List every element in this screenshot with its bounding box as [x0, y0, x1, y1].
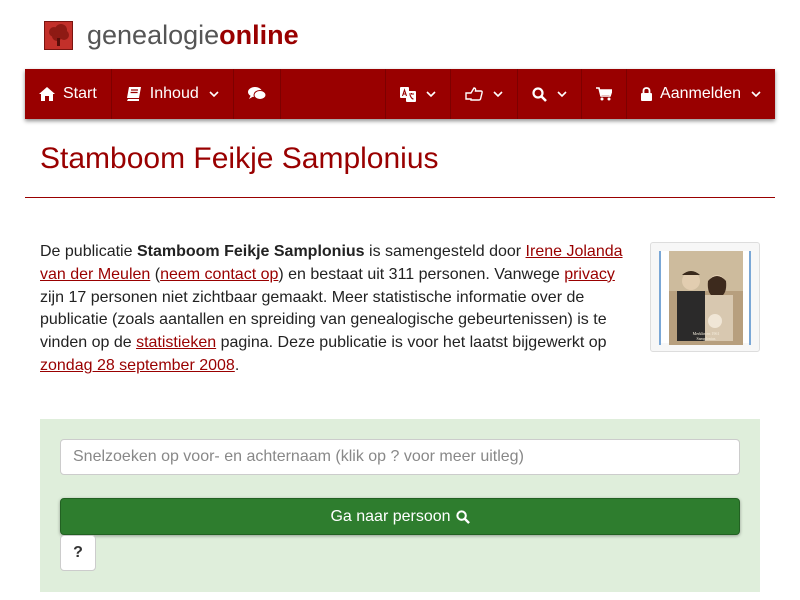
search-icon	[532, 86, 547, 102]
intro-text-7: .	[234, 356, 240, 374]
site-logo[interactable]: genealogieonline	[44, 19, 299, 51]
intro-text-4: ) en bestaat uit 311 personen. Vanwege	[278, 265, 565, 283]
chevron-down-icon	[493, 90, 503, 97]
intro-text-3: (	[150, 265, 161, 283]
intro-text-1: De publicatie	[40, 243, 137, 260]
search-help-button[interactable]: ?	[60, 535, 96, 571]
publication-intro: De publicatie Stamboom Feikje Samplonius…	[40, 241, 630, 378]
cart-icon	[596, 87, 613, 101]
go-to-person-button[interactable]: Ga naar persoon	[60, 498, 740, 535]
nav-forum[interactable]	[234, 69, 281, 119]
chevron-down-icon	[209, 90, 219, 97]
page-title: Stamboom Feikje Samplonius	[40, 142, 439, 175]
thumbnail-frame: Merklin en 1961 Samplonius	[659, 251, 751, 345]
publication-thumbnail[interactable]: Merklin en 1961 Samplonius	[650, 242, 760, 352]
last-updated-link[interactable]: zondag 28 september 2008	[40, 357, 235, 374]
logo-text: genealogieonline	[87, 20, 299, 51]
contact-link[interactable]: neem contact op	[160, 266, 278, 283]
search-icon	[455, 509, 470, 524]
quick-search-input[interactable]	[60, 439, 740, 475]
nav-start-label: Start	[63, 85, 97, 102]
nav-share[interactable]	[451, 69, 519, 119]
quick-search-panel: Ga naar persoon ?	[40, 419, 760, 592]
go-to-person-label: Ga naar persoon	[330, 507, 451, 525]
title-divider	[25, 197, 775, 198]
nav-start[interactable]: Start	[25, 69, 112, 119]
nav-cart[interactable]	[582, 69, 628, 119]
nav-inhoud[interactable]: Inhoud	[112, 69, 234, 119]
comments-icon	[247, 87, 266, 100]
privacy-link[interactable]: privacy	[564, 266, 615, 283]
logo-text-genealogie: genealogie	[87, 19, 220, 50]
book-icon	[126, 87, 141, 101]
lock-icon	[641, 87, 653, 101]
intro-text-2: is samengesteld door	[364, 243, 526, 260]
main-navbar: Start Inhoud Aanmelden	[25, 69, 775, 119]
statistics-link[interactable]: statistieken	[136, 334, 216, 351]
couple-photo: Merklin en 1961 Samplonius	[659, 251, 751, 345]
home-icon	[39, 87, 55, 101]
tree-logo-icon	[44, 20, 73, 50]
nav-inhoud-label: Inhoud	[149, 85, 199, 102]
chevron-down-icon	[557, 90, 567, 97]
chevron-down-icon	[751, 90, 761, 97]
intro-text-6: pagina. Deze publicatie is voor het laat…	[216, 334, 607, 352]
nav-spacer	[281, 69, 387, 119]
share-icon	[465, 87, 483, 101]
nav-language[interactable]	[386, 69, 452, 119]
language-icon	[400, 86, 417, 102]
intro-publication-title: Stamboom Feikje Samplonius	[136, 243, 365, 260]
chevron-down-icon	[426, 90, 436, 97]
nav-login-label: Aanmelden	[660, 85, 741, 102]
logo-text-online: online	[219, 19, 299, 50]
nav-login[interactable]: Aanmelden	[627, 69, 775, 119]
svg-text:Samplonius: Samplonius	[697, 336, 716, 341]
nav-search[interactable]	[518, 69, 583, 119]
